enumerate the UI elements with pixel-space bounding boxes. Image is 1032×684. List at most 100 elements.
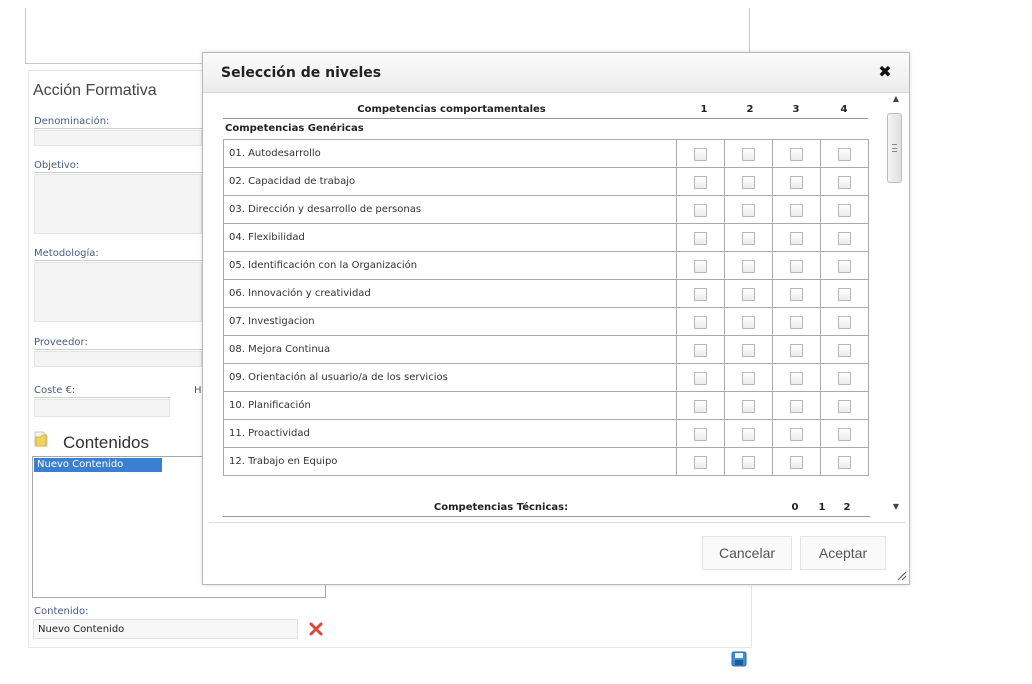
table-row: 12. Trabajo en Equipo [223, 447, 869, 476]
scrollbar-thumb[interactable] [887, 113, 902, 183]
objetivo-field[interactable] [34, 174, 202, 234]
level-cell [772, 251, 821, 280]
metodologia-field[interactable] [34, 262, 202, 322]
level-checkbox[interactable] [790, 288, 803, 301]
level-checkbox[interactable] [742, 456, 755, 469]
table-row: 08. Mejora Continua [223, 335, 869, 364]
level-checkbox[interactable] [790, 204, 803, 217]
level-checkbox[interactable] [694, 232, 707, 245]
list-item[interactable]: Nuevo Contenido [34, 458, 162, 472]
level-checkbox[interactable] [742, 260, 755, 273]
level-cell [772, 279, 821, 308]
level-checkbox[interactable] [838, 288, 851, 301]
level-cell [724, 195, 773, 224]
dialog-header[interactable]: Selección de niveles ✖ [203, 53, 909, 93]
accept-button[interactable]: Aceptar [800, 536, 886, 570]
level-checkbox[interactable] [694, 260, 707, 273]
level-checkbox[interactable] [838, 456, 851, 469]
table-row: 02. Capacidad de trabajo [223, 167, 869, 196]
level-checkbox[interactable] [838, 148, 851, 161]
level-checkbox[interactable] [742, 400, 755, 413]
level-checkbox[interactable] [838, 344, 851, 357]
level-header: 2 [746, 104, 754, 115]
niveles-dialog: Selección de niveles ✖ Competencias comp… [202, 52, 910, 585]
contenidos-title: Contenidos [63, 433, 150, 452]
level-cell [772, 223, 821, 252]
level-checkbox[interactable] [838, 428, 851, 441]
level-checkbox[interactable] [742, 344, 755, 357]
level-cell [724, 251, 773, 280]
level-checkbox[interactable] [790, 316, 803, 329]
level-checkbox[interactable] [742, 232, 755, 245]
level-checkbox[interactable] [790, 372, 803, 385]
competencia-name: 02. Capacidad de trabajo [223, 167, 677, 196]
competencia-name: 11. Proactividad [223, 419, 677, 448]
delete-x-icon[interactable] [309, 622, 323, 636]
level-checkbox[interactable] [742, 316, 755, 329]
level-checkbox[interactable] [790, 148, 803, 161]
contenido-input[interactable]: Nuevo Contenido [33, 619, 298, 639]
level-checkbox[interactable] [838, 316, 851, 329]
level-checkbox[interactable] [694, 456, 707, 469]
scroll-down-arrow-icon[interactable]: ▼ [891, 502, 901, 512]
level-checkbox[interactable] [838, 400, 851, 413]
level-cell [676, 419, 725, 448]
level-header: 4 [840, 104, 848, 115]
level-cell [772, 195, 821, 224]
level-checkbox[interactable] [838, 176, 851, 189]
contenido-label: Contenido: [34, 606, 89, 617]
denominacion-field[interactable] [34, 130, 202, 146]
level-checkbox[interactable] [790, 232, 803, 245]
coste-label: Coste €: [34, 385, 76, 396]
level-header: 1 [700, 104, 708, 115]
close-x-icon[interactable]: ✖ [877, 64, 893, 80]
level-checkbox[interactable] [694, 316, 707, 329]
table-row: 04. Flexibilidad [223, 223, 869, 252]
level-cell [676, 139, 725, 168]
level-checkbox[interactable] [838, 204, 851, 217]
level-checkbox[interactable] [694, 148, 707, 161]
level-cell [820, 419, 869, 448]
level-cell [676, 251, 725, 280]
level-checkbox[interactable] [790, 176, 803, 189]
folder-icon[interactable] [34, 431, 48, 447]
level-checkbox[interactable] [742, 372, 755, 385]
proveedor-field[interactable] [34, 351, 202, 367]
level-checkbox[interactable] [742, 288, 755, 301]
level-checkbox[interactable] [838, 260, 851, 273]
level-checkbox[interactable] [694, 288, 707, 301]
level-checkbox[interactable] [790, 456, 803, 469]
grip-icon [892, 144, 897, 152]
level-checkbox[interactable] [694, 204, 707, 217]
level-checkbox[interactable] [790, 260, 803, 273]
level-checkbox[interactable] [838, 372, 851, 385]
divider [34, 260, 202, 261]
level-checkbox[interactable] [694, 428, 707, 441]
competencias-table: 01. Autodesarrollo 02. Capacidad de traba… [223, 139, 869, 476]
level-checkbox[interactable] [742, 204, 755, 217]
resize-handle-icon[interactable] [895, 569, 907, 581]
level-checkbox[interactable] [838, 232, 851, 245]
level-checkbox[interactable] [742, 428, 755, 441]
level-cell [820, 167, 869, 196]
level-checkbox[interactable] [694, 372, 707, 385]
level-checkbox[interactable] [790, 344, 803, 357]
competencia-name: 09. Orientación al usuario/a de los serv… [223, 363, 677, 392]
level-checkbox[interactable] [790, 400, 803, 413]
level-checkbox[interactable] [694, 400, 707, 413]
level-checkbox[interactable] [790, 428, 803, 441]
competencia-name: 10. Planificación [223, 391, 677, 420]
competencia-name: 12. Trabajo en Equipo [223, 447, 677, 476]
level-checkbox[interactable] [742, 148, 755, 161]
level-checkbox[interactable] [742, 176, 755, 189]
level-checkbox[interactable] [694, 344, 707, 357]
save-disk-icon[interactable] [731, 651, 747, 667]
level-cell [820, 195, 869, 224]
level-checkbox[interactable] [694, 176, 707, 189]
level-cell [820, 447, 869, 476]
table-row: 03. Dirección y desarrollo de personas [223, 195, 869, 224]
scroll-up-arrow-icon[interactable]: ▲ [891, 94, 901, 104]
level-cell [820, 223, 869, 252]
coste-field[interactable] [34, 399, 170, 417]
cancel-button[interactable]: Cancelar [702, 536, 792, 570]
